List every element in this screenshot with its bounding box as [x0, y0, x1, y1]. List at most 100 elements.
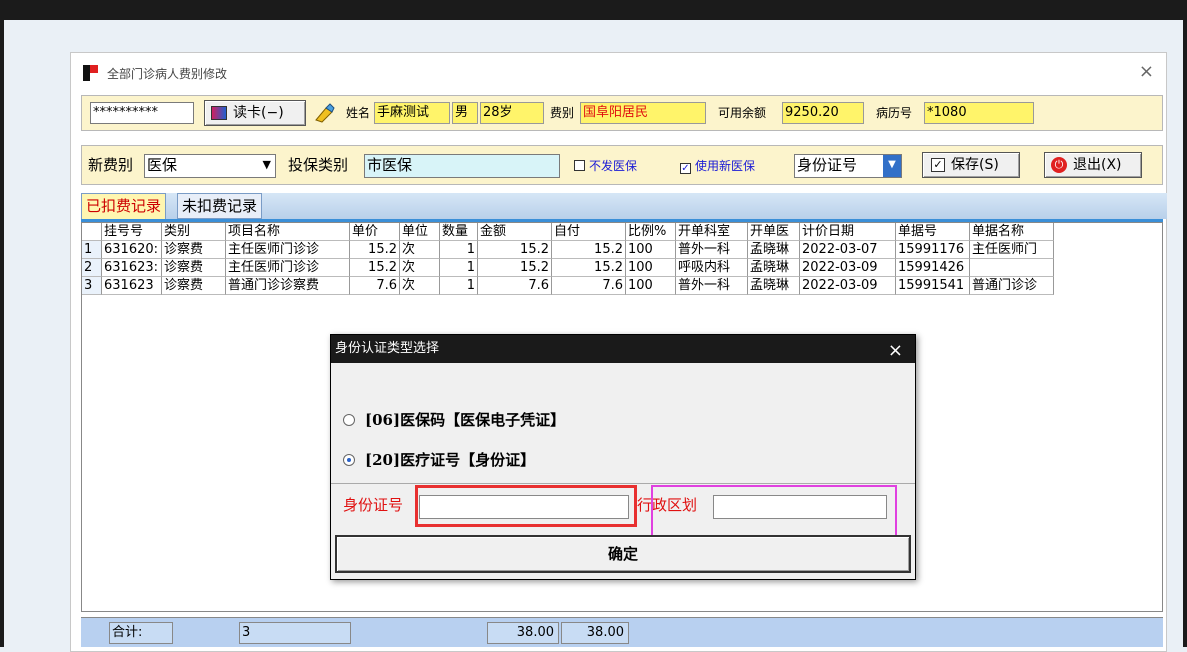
column-header[interactable]: 金额: [478, 223, 552, 241]
column-header[interactable]: 挂号号: [102, 223, 162, 241]
table-cell: 普外一科: [676, 241, 748, 259]
column-header[interactable]: 单据号: [896, 223, 970, 241]
table-cell: 主任医师门诊诊: [226, 259, 350, 277]
id-number-label: 身份证号: [343, 496, 404, 514]
column-header[interactable]: 项目名称: [226, 223, 350, 241]
table-cell: 15991176: [896, 241, 970, 259]
total-label: 合计:: [109, 622, 173, 644]
table-cell: 15.2: [478, 241, 552, 259]
option-id-card[interactable]: [20]医疗证号【身份证】: [343, 449, 535, 470]
column-header[interactable]: 比例%: [626, 223, 676, 241]
tab-charged-records[interactable]: 已扣费记录: [81, 193, 167, 219]
dialog-close-icon[interactable]: ×: [888, 337, 903, 365]
table-cell: 诊察费: [162, 277, 226, 295]
total-self-pay: 38.00: [561, 622, 629, 644]
table-cell: 普外一科: [676, 277, 748, 295]
read-card-button[interactable]: 读卡(−): [204, 100, 306, 126]
column-header[interactable]: 单据名称: [970, 223, 1054, 241]
record-number-field: *1080: [924, 102, 1034, 124]
totals-bar: 合计: 3 38.00 38.00: [81, 617, 1163, 647]
insure-type-label: 投保类别: [288, 156, 349, 174]
column-header[interactable]: 开单医: [748, 223, 800, 241]
column-header: [82, 223, 102, 241]
balance-label: 可用余额: [718, 106, 767, 120]
save-label: 保存(S): [951, 157, 999, 173]
table-cell: 15.2: [552, 259, 626, 277]
table-cell: 孟晓琳: [748, 277, 800, 295]
insure-type-field[interactable]: 市医保: [364, 154, 560, 178]
table-cell: 631623:: [102, 259, 162, 277]
checkbox-checked-icon: ✓: [680, 163, 691, 174]
column-header[interactable]: 类别: [162, 223, 226, 241]
column-header[interactable]: 单价: [350, 223, 400, 241]
window-close-icon[interactable]: ×: [1139, 61, 1154, 82]
table-cell: 1: [440, 259, 478, 277]
column-header[interactable]: 数量: [440, 223, 478, 241]
table-cell: 主任医师门: [970, 241, 1054, 259]
record-tabs: 已扣费记录 未扣费记录: [81, 193, 1167, 219]
table-cell: 100: [626, 241, 676, 259]
table-cell: 诊察费: [162, 241, 226, 259]
balance-field: 9250.20: [782, 102, 864, 124]
option-id-card-label: [20]医疗证号【身份证】: [365, 451, 536, 469]
total-amount: 38.00: [487, 622, 559, 644]
power-icon: ⏻: [1051, 157, 1067, 173]
name-label: 姓名: [346, 106, 371, 120]
table-cell: 15991426: [896, 259, 970, 277]
table-cell: 普通门诊诊: [970, 277, 1054, 295]
id-number-input[interactable]: [419, 495, 629, 519]
table-cell: 普通门诊诊察费: [226, 277, 350, 295]
confirm-button[interactable]: 确定: [335, 535, 911, 573]
row-number: 2: [82, 259, 102, 277]
id-type-value: 身份证号: [797, 156, 858, 174]
column-header[interactable]: 计价日期: [800, 223, 896, 241]
table-cell: 7.6: [350, 277, 400, 295]
card-reader-icon: [211, 106, 227, 120]
broom-icon[interactable]: [312, 102, 338, 124]
read-card-label: 读卡(−): [233, 105, 284, 121]
column-header[interactable]: 单位: [400, 223, 440, 241]
table-cell: 15.2: [478, 259, 552, 277]
exit-label: 退出(X): [1073, 157, 1122, 173]
fee-type-field: 国阜阳居民: [580, 102, 706, 124]
no-insurance-checkbox[interactable]: 不发医保: [574, 156, 637, 176]
dialog-titlebar: 身份认证类型选择 ×: [331, 335, 915, 363]
option-medical-code[interactable]: [06]医保码【医保电子凭证】: [343, 409, 565, 430]
dialog-divider: [331, 483, 915, 484]
table-cell: 2022-03-09: [800, 277, 896, 295]
new-fee-label: 新费别: [88, 156, 134, 174]
table-cell: [970, 259, 1054, 277]
id-auth-type-dialog: 身份认证类型选择 × [06]医保码【医保电子凭证】 [20]医疗证号【身份证】…: [330, 334, 916, 580]
radio-selected-icon: [343, 454, 355, 466]
top-dark-bar: [0, 0, 1187, 20]
left-dark-bar: [0, 20, 4, 647]
fee-type-label: 费别: [550, 106, 575, 120]
new-fee-select[interactable]: 医保 ▼: [144, 154, 276, 178]
checkbox-unchecked-icon: [574, 160, 585, 171]
table-cell: 631623: [102, 277, 162, 295]
card-number-input[interactable]: **********: [90, 102, 194, 124]
name-field: 手麻测试: [374, 102, 450, 124]
table-cell: 15.2: [552, 241, 626, 259]
table-cell: 主任医师门诊诊: [226, 241, 350, 259]
new-fee-value: 医保: [147, 156, 178, 174]
table-cell: 次: [400, 259, 440, 277]
chevron-down-icon: ▼: [262, 158, 271, 171]
table-cell: 呼吸内科: [676, 259, 748, 277]
exit-button[interactable]: ⏻ 退出(X): [1044, 152, 1142, 178]
new-fee-row: 新费别 医保 ▼ 投保类别 市医保 不发医保 ✓ 使用新医保 身份证号 ▼ ✓ 保…: [81, 145, 1163, 185]
column-header[interactable]: 开单科室: [676, 223, 748, 241]
window-titlebar: 全部门诊病人费别修改 ×: [71, 53, 1166, 93]
table-cell: 100: [626, 277, 676, 295]
use-new-insurance-checkbox[interactable]: ✓ 使用新医保: [680, 156, 755, 176]
tab-uncharged-records[interactable]: 未扣费记录: [177, 193, 263, 219]
table-cell: 1: [440, 241, 478, 259]
save-button[interactable]: ✓ 保存(S): [922, 152, 1020, 178]
column-header[interactable]: 自付: [552, 223, 626, 241]
table-cell: 7.6: [552, 277, 626, 295]
table-cell: 15991541: [896, 277, 970, 295]
record-number-label: 病历号: [876, 106, 913, 120]
region-input[interactable]: [713, 495, 887, 519]
sex-field: 男: [452, 102, 478, 124]
id-type-select[interactable]: 身份证号 ▼: [794, 154, 902, 178]
